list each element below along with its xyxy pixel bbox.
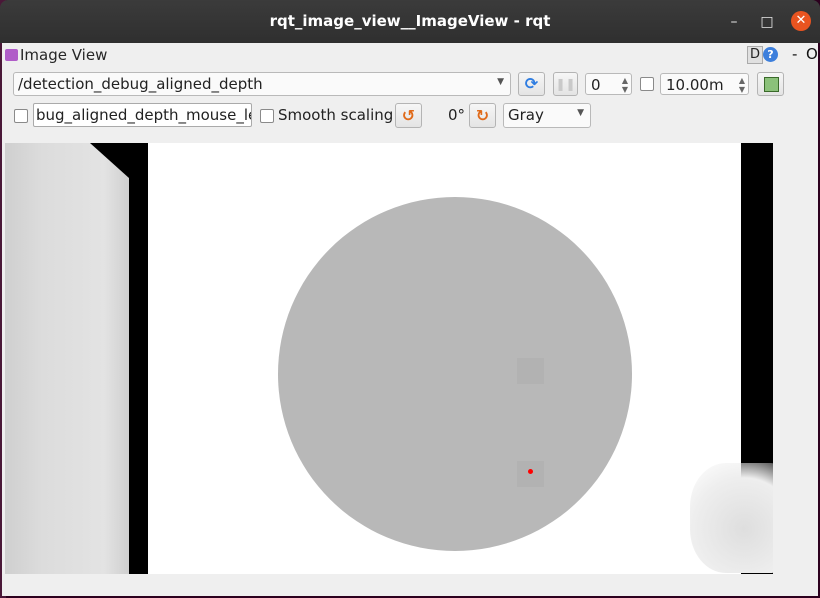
dock-button[interactable]: D [747, 46, 763, 64]
dynamic-range-checkbox[interactable] [640, 77, 654, 91]
topic-select[interactable]: /detection_debug_aligned_depth ▼ [13, 72, 511, 96]
minimize-button[interactable]: – [724, 12, 744, 32]
fps-value: 0 [591, 76, 601, 94]
rotate-left-button[interactable]: ↺ [395, 103, 422, 128]
pause-icon: ❚❚ [555, 77, 576, 91]
detected-disc [278, 197, 632, 551]
depth-image-view[interactable] [5, 143, 773, 574]
rotate-right-icon: ↻ [475, 106, 490, 125]
image-view-icon [5, 49, 18, 61]
save-icon [764, 77, 779, 92]
spin-arrows-icon[interactable]: ▲ ▼ [739, 76, 745, 94]
minimize-panel-button[interactable]: - [792, 45, 797, 63]
depth-patch [517, 461, 544, 487]
publish-mouse-checkbox[interactable] [14, 109, 28, 123]
chevron-down-icon: ▼ [497, 77, 504, 87]
topic-value: /detection_debug_aligned_depth [18, 75, 263, 93]
spin-arrows-icon[interactable]: ▲ ▼ [622, 76, 628, 94]
window-titlebar[interactable]: rqt_image_view__ImageView - rqt – □ ✕ [0, 0, 820, 43]
plugin-container: Image View D ? - O /detection_debug_alig… [2, 43, 818, 596]
colormap-value: Gray [508, 106, 544, 124]
smooth-scaling-checkbox[interactable] [260, 109, 274, 123]
rotate-left-icon: ↺ [401, 106, 416, 125]
colormap-select[interactable]: Gray ▼ [503, 103, 591, 128]
panel-title: Image View [20, 46, 108, 64]
close-panel-button[interactable]: O [806, 45, 818, 63]
max-depth-value: 10.00m [666, 76, 724, 94]
depth-patch [517, 358, 544, 384]
hand-shape [690, 463, 773, 573]
fps-spinbox[interactable]: 0 ▲ ▼ [585, 73, 632, 95]
pause-button[interactable]: ❚❚ [553, 72, 578, 96]
maximize-button[interactable]: □ [757, 12, 777, 32]
refresh-button[interactable]: ⟳ [518, 72, 545, 96]
detection-marker [528, 469, 533, 474]
mouse-topic-field[interactable]: bug_aligned_depth_mouse_left [33, 103, 252, 127]
window-title: rqt_image_view__ImageView - rqt [269, 12, 551, 30]
smooth-scaling-label: Smooth scaling [278, 106, 394, 124]
mouse-topic-value: bug_aligned_depth_mouse_left [36, 106, 252, 124]
rotation-label: 0° [448, 106, 466, 124]
close-button[interactable]: ✕ [791, 11, 811, 31]
max-depth-spinbox[interactable]: 10.00m ▲ ▼ [660, 73, 749, 95]
near-object [5, 143, 129, 574]
save-image-button[interactable] [757, 72, 784, 96]
refresh-icon: ⟳ [524, 74, 539, 93]
chevron-down-icon: ▼ [577, 108, 584, 118]
rotate-right-button[interactable]: ↻ [469, 103, 496, 128]
help-icon[interactable]: ? [763, 47, 778, 62]
